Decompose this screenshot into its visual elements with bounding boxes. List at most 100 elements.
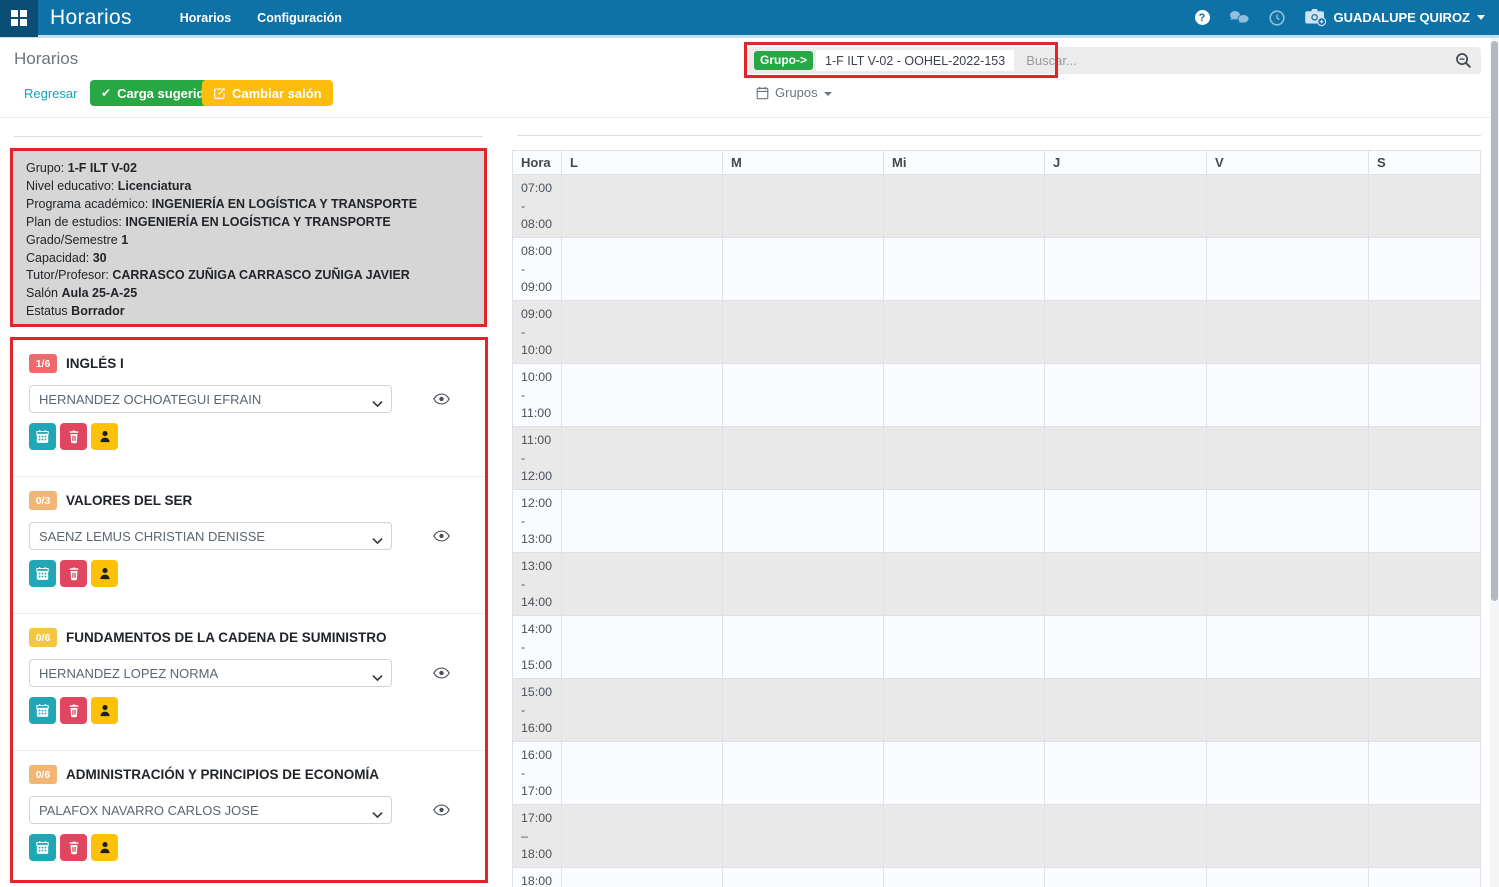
nav-link-horarios[interactable]: Horarios (180, 11, 231, 25)
schedule-slot[interactable] (723, 679, 884, 742)
schedule-slot[interactable] (884, 490, 1045, 553)
nav-link-configuracion[interactable]: Configuración (257, 11, 342, 25)
schedule-slot[interactable] (1207, 175, 1369, 238)
schedule-slot[interactable] (723, 742, 884, 805)
schedule-slot[interactable] (884, 679, 1045, 742)
view-teacher-icon[interactable] (433, 804, 450, 816)
scrollbar-thumb[interactable] (1491, 41, 1498, 601)
delete-subject-button[interactable] (60, 834, 87, 861)
schedule-slot[interactable] (1045, 616, 1207, 679)
schedule-slot[interactable] (1045, 679, 1207, 742)
schedule-slot[interactable] (1045, 427, 1207, 490)
delete-subject-button[interactable] (60, 560, 87, 587)
teacher-select[interactable]: PALAFOX NAVARRO CARLOS JOSE (29, 796, 392, 824)
schedule-slot[interactable] (1207, 679, 1369, 742)
schedule-slot[interactable] (1045, 301, 1207, 364)
view-teacher-icon[interactable] (433, 667, 450, 679)
schedule-slot[interactable] (1369, 238, 1481, 301)
clock-icon[interactable] (1269, 10, 1285, 26)
view-teacher-icon[interactable] (433, 393, 450, 405)
schedule-slot[interactable] (562, 805, 723, 868)
schedule-slot[interactable] (1045, 238, 1207, 301)
schedule-slot[interactable] (884, 868, 1045, 887)
schedule-slot[interactable] (562, 238, 723, 301)
schedule-slot[interactable] (723, 364, 884, 427)
schedule-slot[interactable] (723, 868, 884, 887)
schedule-slot[interactable] (562, 742, 723, 805)
schedule-slot[interactable] (1207, 301, 1369, 364)
schedule-slot[interactable] (723, 805, 884, 868)
schedule-slot[interactable] (1045, 490, 1207, 553)
schedule-slot[interactable] (1207, 427, 1369, 490)
view-teacher-icon[interactable] (433, 530, 450, 542)
schedule-slot[interactable] (1207, 616, 1369, 679)
schedule-slot[interactable] (1369, 490, 1481, 553)
schedule-slot[interactable] (562, 427, 723, 490)
schedule-slot[interactable] (1207, 238, 1369, 301)
schedule-slot[interactable] (723, 616, 884, 679)
search-icon[interactable] (1455, 52, 1472, 69)
schedule-slot[interactable] (1045, 175, 1207, 238)
schedule-slot[interactable] (562, 553, 723, 616)
schedule-slot[interactable] (1369, 868, 1481, 887)
schedule-slot[interactable] (723, 553, 884, 616)
teacher-select[interactable]: HERNANDEZ LOPEZ NORMA (29, 659, 392, 687)
schedule-slot[interactable] (1207, 490, 1369, 553)
schedule-slot[interactable] (1045, 742, 1207, 805)
schedule-slot[interactable] (1207, 805, 1369, 868)
user-menu[interactable]: GUADALUPE QUIROZ (1304, 8, 1486, 27)
back-link[interactable]: Regresar (24, 86, 77, 101)
schedule-slot[interactable] (562, 616, 723, 679)
help-icon[interactable]: ? (1195, 10, 1210, 25)
schedule-slot[interactable] (1369, 364, 1481, 427)
assign-teacher-button[interactable] (91, 834, 118, 861)
schedule-slot[interactable] (723, 490, 884, 553)
schedule-slot[interactable] (1207, 868, 1369, 887)
schedule-slot[interactable] (1369, 805, 1481, 868)
schedule-slot[interactable] (1369, 175, 1481, 238)
schedule-slot[interactable] (1207, 364, 1369, 427)
assign-teacher-button[interactable] (91, 423, 118, 450)
schedule-slot[interactable] (1369, 427, 1481, 490)
apps-menu-button[interactable] (0, 0, 38, 37)
schedule-slot[interactable] (723, 427, 884, 490)
schedule-subject-button[interactable] (29, 560, 56, 587)
schedule-slot[interactable] (1045, 868, 1207, 887)
schedule-slot[interactable] (723, 175, 884, 238)
teacher-select[interactable]: HERNANDEZ OCHOATEGUI EFRAIN (29, 385, 392, 413)
chat-icon[interactable] (1229, 10, 1250, 25)
schedule-slot[interactable] (1369, 616, 1481, 679)
schedule-subject-button[interactable] (29, 423, 56, 450)
change-room-button[interactable]: Cambiar salón (202, 80, 333, 106)
schedule-slot[interactable] (562, 175, 723, 238)
schedule-slot[interactable] (1369, 742, 1481, 805)
schedule-slot[interactable] (884, 301, 1045, 364)
schedule-slot[interactable] (562, 679, 723, 742)
schedule-slot[interactable] (1045, 553, 1207, 616)
schedule-subject-button[interactable] (29, 697, 56, 724)
schedule-slot[interactable] (884, 175, 1045, 238)
schedule-slot[interactable] (1207, 742, 1369, 805)
teacher-select[interactable]: SAENZ LEMUS CHRISTIAN DENISSE (29, 522, 392, 550)
schedule-slot[interactable] (562, 364, 723, 427)
schedule-slot[interactable] (884, 553, 1045, 616)
schedule-slot[interactable] (884, 805, 1045, 868)
grupos-dropdown-toggle[interactable]: Grupos (756, 85, 832, 100)
schedule-slot[interactable] (1369, 553, 1481, 616)
delete-subject-button[interactable] (60, 697, 87, 724)
scrollbar-track[interactable] (1490, 38, 1499, 887)
search-bar[interactable]: Grupo-> 1-F ILT V-02 - OOHEL-2022-153 (747, 47, 1481, 74)
search-input[interactable] (1026, 53, 1146, 68)
assign-teacher-button[interactable] (91, 560, 118, 587)
schedule-slot[interactable] (884, 364, 1045, 427)
schedule-slot[interactable] (562, 490, 723, 553)
schedule-slot[interactable] (884, 742, 1045, 805)
schedule-slot[interactable] (1045, 364, 1207, 427)
schedule-slot[interactable] (723, 301, 884, 364)
schedule-slot[interactable] (562, 868, 723, 887)
schedule-subject-button[interactable] (29, 834, 56, 861)
schedule-slot[interactable] (1045, 805, 1207, 868)
schedule-slot[interactable] (884, 616, 1045, 679)
assign-teacher-button[interactable] (91, 697, 118, 724)
delete-subject-button[interactable] (60, 423, 87, 450)
